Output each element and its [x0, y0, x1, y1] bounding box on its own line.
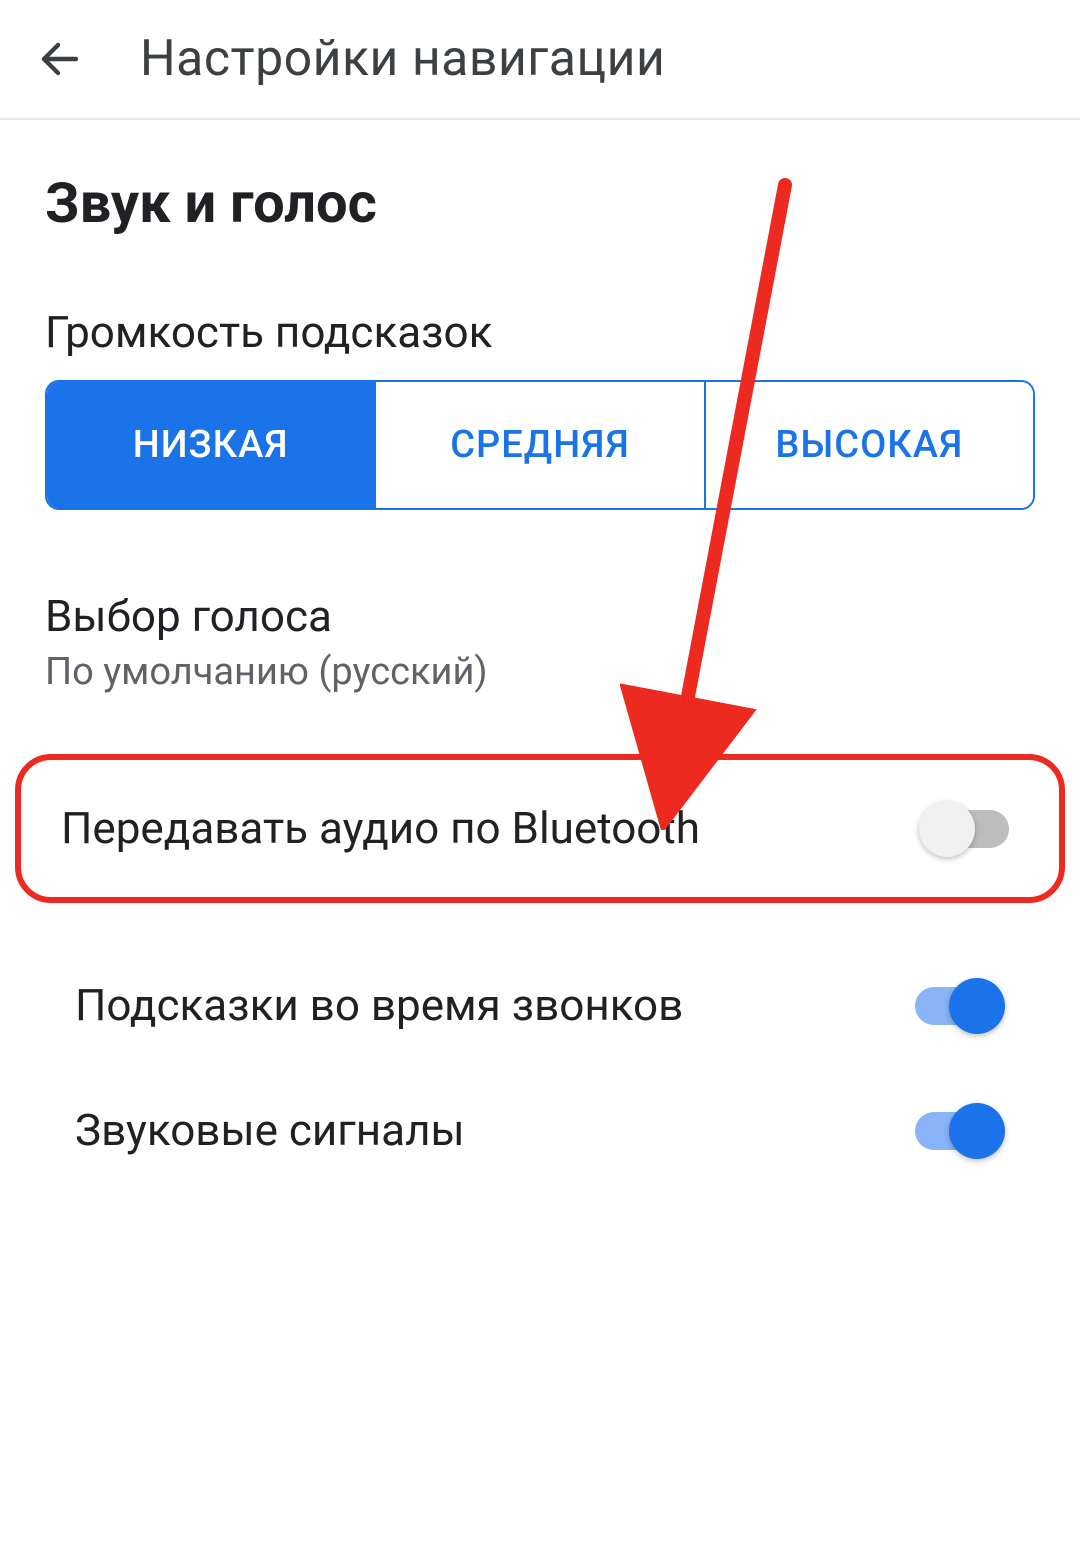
content: Звук и голос Громкость подсказок НИЗКАЯ …: [0, 120, 1080, 1194]
calls-hints-label: Подсказки во время звонков: [75, 977, 905, 1034]
volume-option-medium[interactable]: СРЕДНЯЯ: [374, 382, 703, 508]
back-button[interactable]: [30, 29, 90, 89]
calls-hints-switch[interactable]: [905, 981, 1005, 1031]
section-title: Звук и голос: [45, 170, 1035, 236]
bluetooth-audio-label: Передавать аудио по Bluetooth: [61, 800, 919, 857]
header-bar: Настройки навигации: [0, 0, 1080, 120]
sound-signals-label: Звуковые сигналы: [75, 1102, 905, 1159]
voice-selection-label: Выбор голоса: [45, 590, 1035, 642]
switch-thumb: [919, 801, 975, 857]
voice-selection-row[interactable]: Выбор голоса По умолчанию (русский): [45, 590, 1035, 694]
arrow-left-icon: [36, 35, 84, 83]
switch-thumb: [949, 978, 1005, 1034]
sound-signals-switch[interactable]: [905, 1106, 1005, 1156]
voice-selection-value: По умолчанию (русский): [45, 650, 1035, 694]
calls-hints-row[interactable]: Подсказки во время звонков: [45, 943, 1035, 1068]
volume-label: Громкость подсказок: [45, 306, 1035, 358]
switch-thumb: [949, 1103, 1005, 1159]
volume-segmented-control: НИЗКАЯ СРЕДНЯЯ ВЫСОКАЯ: [45, 380, 1035, 510]
volume-option-high[interactable]: ВЫСОКАЯ: [704, 382, 1033, 508]
bluetooth-audio-row[interactable]: Передавать аудио по Bluetooth: [15, 754, 1065, 903]
volume-option-low[interactable]: НИЗКАЯ: [47, 382, 374, 508]
bluetooth-audio-switch[interactable]: [919, 804, 1019, 854]
page-title: Настройки навигации: [140, 30, 665, 88]
sound-signals-row[interactable]: Звуковые сигналы: [45, 1068, 1035, 1193]
